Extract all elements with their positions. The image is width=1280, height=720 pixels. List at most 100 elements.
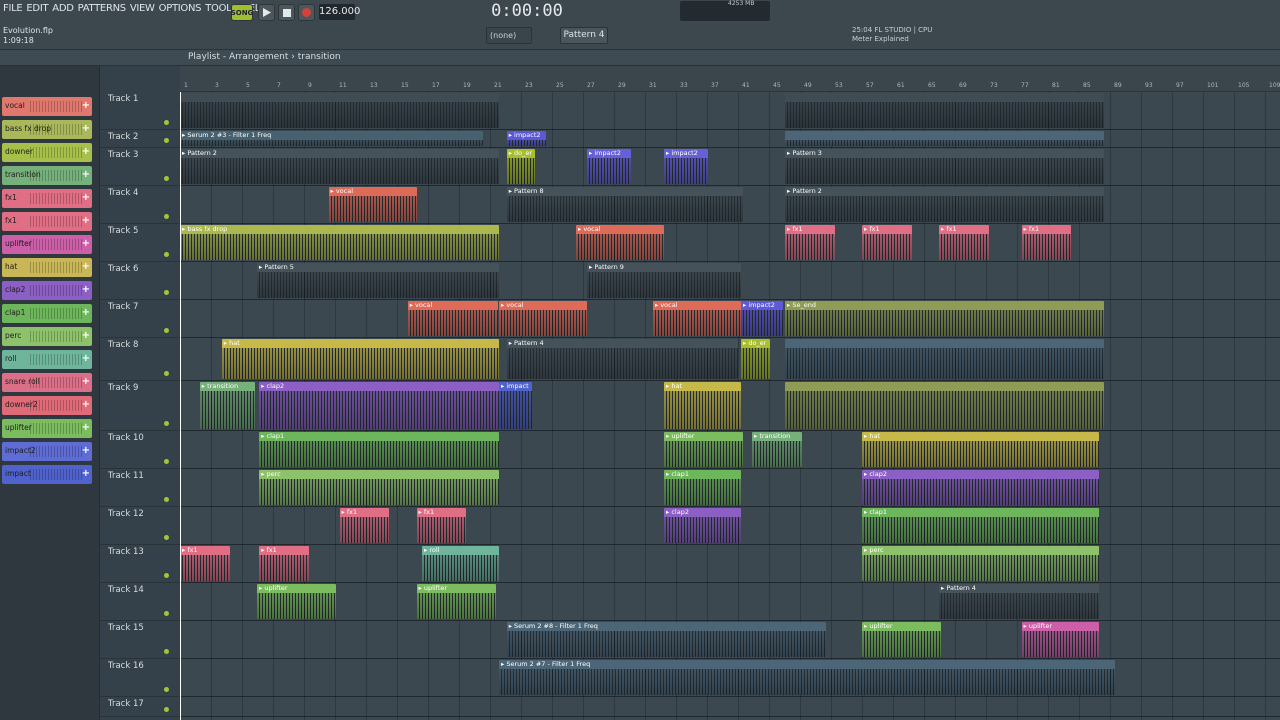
channel-12[interactable]: snare roll + — [2, 373, 92, 392]
playlist-clip[interactable]: ▸ Se_end — [785, 301, 1104, 336]
channel-14[interactable]: uplifter + — [2, 419, 92, 438]
channel-1[interactable]: bass fx drop + — [2, 120, 92, 139]
add-channel-icon[interactable]: + — [82, 284, 90, 295]
playlist-clip[interactable]: ▸ impact2 — [587, 149, 631, 184]
track-header[interactable]: Track 5 — [100, 224, 180, 262]
add-channel-icon[interactable]: + — [82, 192, 90, 203]
track-header[interactable]: Track 14 — [100, 583, 180, 621]
playlist-clip[interactable]: ▸ transition — [752, 432, 802, 467]
channel-9[interactable]: clap1 + — [2, 304, 92, 323]
playlist-clip[interactable]: ▸ Serum 2 #3 - Filter 1 Freq — [180, 131, 483, 146]
playlist-clip[interactable]: ▸ hat — [862, 432, 1099, 467]
track-header[interactable]: Track 12 — [100, 507, 180, 545]
playlist-clip[interactable]: ▸ uplifter — [664, 432, 744, 467]
playlist-clip[interactable]: ▸ transition — [199, 382, 255, 429]
track-header[interactable]: Track 6 — [100, 262, 180, 300]
track-enable-led[interactable] — [164, 687, 169, 692]
track-enable-led[interactable] — [164, 176, 169, 181]
track-enable-led[interactable] — [164, 252, 169, 257]
playlist-clip[interactable]: ▸ vocal — [499, 301, 587, 336]
breadcrumb-selected[interactable]: transition — [298, 52, 341, 62]
channel-11[interactable]: roll + — [2, 350, 92, 369]
add-channel-icon[interactable]: + — [82, 330, 90, 341]
track-header[interactable]: Track 4 — [100, 186, 180, 224]
track-enable-led[interactable] — [164, 328, 169, 333]
playhead[interactable] — [180, 92, 181, 720]
track-header[interactable]: Track 3 — [100, 148, 180, 186]
playlist-clip[interactable]: ▸ fx1 — [416, 508, 466, 543]
tempo-display[interactable]: 126.000 — [319, 4, 360, 20]
playlist-clip[interactable]: ▸ clap1 — [259, 432, 499, 467]
playlist-clip[interactable]: ▸ fx1 — [785, 225, 835, 260]
playlist-clip[interactable] — [785, 131, 1104, 146]
menu-add[interactable]: ADD — [52, 3, 74, 14]
playlist-clip[interactable]: ▸ fx1 — [939, 225, 989, 260]
add-channel-icon[interactable]: + — [82, 376, 90, 387]
playlist-clip[interactable]: ▸ do_er — [741, 339, 770, 379]
playlist-clip[interactable]: ▸ impact2 — [664, 149, 708, 184]
song-mode-button[interactable]: SONG — [231, 4, 253, 21]
playlist-clip[interactable]: ▸ Pattern 2 — [180, 149, 499, 184]
timeline-ruler[interactable]: 1 3 5 7 9 11 13 15 17 19 21 23 25 27 29 31 33 37 41 45 49 53 5… — [180, 66, 1280, 92]
playlist-clip[interactable] — [785, 339, 1104, 379]
track-header[interactable]: Track 17 — [100, 697, 180, 717]
playlist-clip[interactable]: ▸ Pattern 4 — [939, 584, 1099, 619]
track-enable-led[interactable] — [164, 459, 169, 464]
playlist-clip[interactable]: ▸ clap2 — [664, 508, 741, 543]
playlist-clip[interactable]: ▸ clap2 — [259, 382, 499, 429]
add-channel-icon[interactable]: + — [82, 123, 90, 134]
playlist-clip[interactable]: ▸ clap1 — [862, 508, 1099, 543]
playlist-clip[interactable]: ▸ Pattern 5 — [257, 263, 499, 298]
track-enable-led[interactable] — [164, 649, 169, 654]
channel-8[interactable]: clap2 + — [2, 281, 92, 300]
playlist-clip[interactable]: ▸ uplifter — [1021, 622, 1099, 657]
channel-3[interactable]: transition + — [2, 166, 92, 185]
playlist-clip[interactable] — [785, 93, 1104, 128]
play-button[interactable] — [258, 4, 275, 21]
track-enable-led[interactable] — [164, 138, 169, 143]
track-enable-led[interactable] — [164, 707, 169, 712]
track-enable-led[interactable] — [164, 214, 169, 219]
track-header[interactable]: Track 2 — [100, 130, 180, 148]
playlist-clip[interactable]: ▸ vocal — [328, 187, 417, 222]
playlist-clip[interactable]: ▸ bass fx drop — [180, 225, 499, 260]
playlist-clip[interactable]: ▸ hat — [664, 382, 741, 429]
playlist-clip[interactable]: ▸ fx1 — [862, 225, 912, 260]
track-header[interactable]: Track 15 — [100, 621, 180, 659]
channel-0[interactable]: vocal + — [2, 97, 92, 116]
playlist-clip[interactable]: ▸ Pattern 8 — [506, 187, 744, 222]
track-header[interactable]: Track 7 — [100, 300, 180, 338]
channel-5[interactable]: fx1 + — [2, 212, 92, 231]
playlist-clip[interactable]: ▸ Pattern 9 — [587, 263, 741, 298]
channel-4[interactable]: fx1 + — [2, 189, 92, 208]
track-header[interactable]: Track 1 — [100, 92, 180, 130]
track-enable-led[interactable] — [164, 573, 169, 578]
track-header[interactable]: Track 9 — [100, 381, 180, 431]
track-header[interactable]: Track 10 — [100, 431, 180, 469]
stop-button[interactable] — [278, 4, 295, 21]
playlist-clip[interactable]: ▸ hat — [221, 339, 499, 379]
playlist-clip[interactable]: ▸ perc — [259, 470, 499, 505]
channel-6[interactable]: uplifter + — [2, 235, 92, 254]
channel-13[interactable]: downer2 + — [2, 396, 92, 415]
channel-7[interactable]: hat + — [2, 258, 92, 277]
track-enable-led[interactable] — [164, 371, 169, 376]
track-enable-led[interactable] — [164, 120, 169, 125]
playlist-clip[interactable]: ▸ Serum 2 #7 - Filter 1 Freq — [499, 660, 1115, 695]
add-channel-icon[interactable]: + — [82, 261, 90, 272]
playlist-clip[interactable]: ▸ fx1 — [1021, 225, 1071, 260]
arrangement-grid[interactable]: ▸ Serum 2 #3 - Filter 1 Freq ▸ impact2 ▸ P… — [180, 92, 1280, 720]
add-channel-icon[interactable]: + — [82, 307, 90, 318]
track-header[interactable]: Track 8 — [100, 338, 180, 381]
menu-edit[interactable]: EDIT — [26, 3, 48, 14]
menu-file[interactable]: FILE — [3, 3, 23, 14]
playlist-clip[interactable]: ▸ Pattern 2 — [785, 187, 1104, 222]
track-enable-led[interactable] — [164, 497, 169, 502]
add-channel-icon[interactable]: + — [82, 238, 90, 249]
track-enable-led[interactable] — [164, 535, 169, 540]
playlist-clip[interactable]: ▸ impact — [499, 382, 532, 429]
add-channel-icon[interactable]: + — [82, 353, 90, 364]
track-enable-led[interactable] — [164, 290, 169, 295]
playlist-clip[interactable]: ▸ Pattern 4 — [506, 339, 738, 379]
menu-view[interactable]: VIEW — [130, 3, 155, 14]
